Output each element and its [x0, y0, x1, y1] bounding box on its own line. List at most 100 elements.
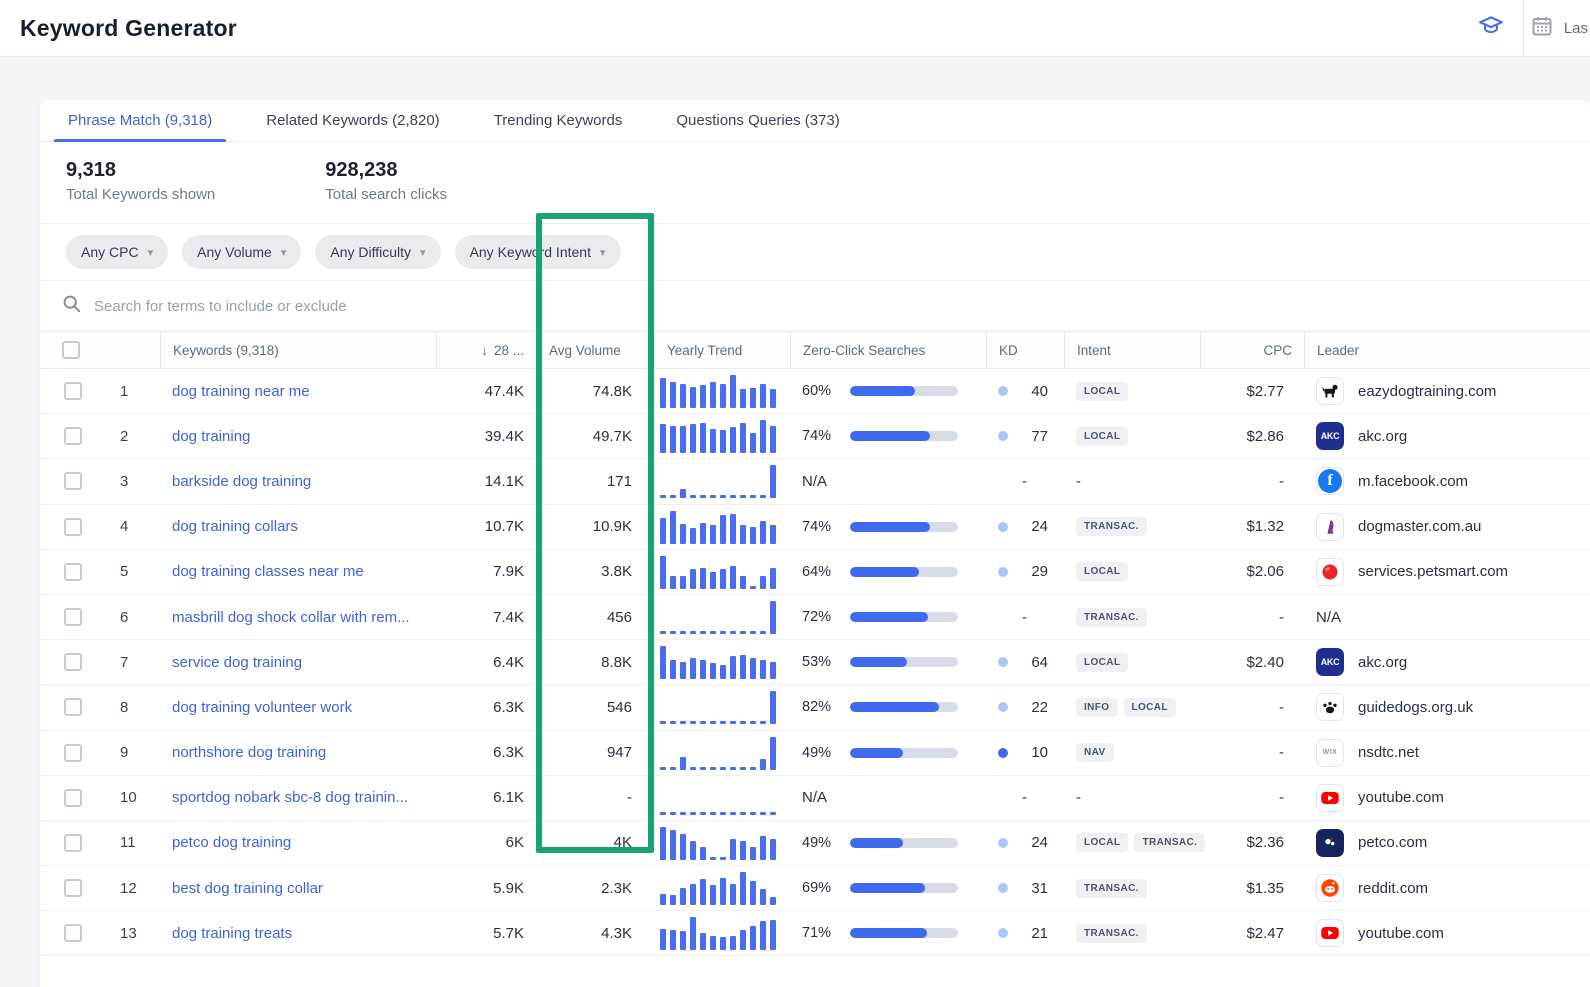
- row-index: 4: [96, 505, 160, 549]
- trend-bar: [690, 495, 696, 498]
- kd-cell: 77: [986, 414, 1064, 458]
- zero-click-cell: 49%: [790, 731, 986, 775]
- trend-bar: [670, 660, 676, 679]
- trend-bar: [740, 389, 746, 408]
- keyword-link[interactable]: best dog training collar: [172, 880, 323, 897]
- leader-domain: youtube.com: [1358, 925, 1444, 942]
- leader-domain: akc.org: [1358, 428, 1407, 445]
- trend-bar: [710, 382, 716, 408]
- header-leader[interactable]: Leader: [1304, 332, 1590, 368]
- trend-bar: [660, 631, 666, 634]
- row-checkbox[interactable]: [64, 834, 82, 852]
- date-range-label: Las: [1564, 20, 1588, 37]
- trend-bar: [680, 384, 686, 408]
- kd-cell: 64: [986, 640, 1064, 684]
- keyword-link[interactable]: northshore dog training: [172, 744, 326, 761]
- select-all-checkbox[interactable]: [62, 341, 80, 359]
- trend-bar: [740, 872, 746, 905]
- youtube-icon: [1316, 784, 1344, 812]
- row-checkbox[interactable]: [64, 472, 82, 490]
- leader-domain: N/A: [1316, 609, 1341, 626]
- trend-bar: [720, 812, 726, 815]
- trend-bar: [750, 881, 756, 905]
- row-checkbox[interactable]: [64, 563, 82, 581]
- trend-bar: [660, 827, 666, 860]
- leader-domain: nsdtc.net: [1358, 744, 1419, 761]
- trend-bar: [680, 721, 686, 724]
- keyword-link[interactable]: petco dog training: [172, 834, 291, 851]
- intent-cell: LOCALTRANSAC.: [1064, 821, 1200, 865]
- row-checkbox[interactable]: [64, 879, 82, 897]
- clicks-28-cell: 6K: [436, 821, 536, 865]
- tab-trending-keywords[interactable]: Trending Keywords: [480, 100, 637, 141]
- keyword-link[interactable]: sportdog nobark sbc-8 dog trainin...: [172, 789, 408, 806]
- intent-badge: LOCAL: [1076, 833, 1128, 852]
- header-avg-volume[interactable]: Avg Volume: [536, 332, 654, 368]
- tab-related-keywords[interactable]: Related Keywords (2,820): [252, 100, 453, 141]
- row-index: 10: [96, 776, 160, 820]
- keyword-link[interactable]: dog training near me: [172, 383, 310, 400]
- filter-cpc[interactable]: Any CPC▾: [66, 235, 168, 269]
- trend-bar: [670, 830, 676, 860]
- row-index: 1: [96, 369, 160, 413]
- trend-bar: [770, 737, 776, 770]
- header-28-day-clicks[interactable]: ↓28 ...: [436, 332, 536, 368]
- trend-bar: [690, 424, 696, 453]
- row-checkbox[interactable]: [64, 427, 82, 445]
- keyword-link[interactable]: dog training treats: [172, 925, 292, 942]
- clicks-28-cell: 14.1K: [436, 459, 536, 503]
- header-intent[interactable]: Intent: [1064, 332, 1200, 368]
- row-index: 5: [96, 550, 160, 594]
- trend-bar: [700, 385, 706, 408]
- search-input[interactable]: [94, 298, 694, 315]
- table-body: 1 dog training near me 47.4K 74.8K 60% 4…: [40, 369, 1590, 956]
- page-title: Keyword Generator: [20, 15, 237, 42]
- petsmart-icon: [1316, 558, 1344, 586]
- row-checkbox[interactable]: [64, 382, 82, 400]
- keyword-link[interactable]: dog training: [172, 428, 250, 445]
- filter-volume[interactable]: Any Volume▾: [182, 235, 301, 269]
- row-checkbox[interactable]: [64, 789, 82, 807]
- date-range-selector[interactable]: Las: [1530, 14, 1590, 42]
- header-kd[interactable]: KD: [986, 332, 1064, 368]
- row-checkbox[interactable]: [64, 698, 82, 716]
- keyword-link[interactable]: masbrill dog shock collar with rem...: [172, 609, 410, 626]
- trend-bar: [670, 895, 676, 905]
- filter-keyword-intent[interactable]: Any Keyword Intent▾: [455, 235, 621, 269]
- intent-cell: INFOLOCAL: [1064, 685, 1200, 729]
- trend-bar: [730, 812, 736, 815]
- header-cpc[interactable]: CPC: [1200, 332, 1304, 368]
- header-zero-click-searches[interactable]: Zero-Click Searches: [790, 332, 986, 368]
- row-checkbox[interactable]: [64, 518, 82, 536]
- academy-button[interactable]: [1469, 6, 1513, 50]
- keyword-link[interactable]: service dog training: [172, 654, 302, 671]
- clicks-28-cell: 6.4K: [436, 640, 536, 684]
- keyword-cell: masbrill dog shock collar with rem...: [160, 595, 436, 639]
- paw-icon: [1316, 693, 1344, 721]
- row-index: 2: [96, 414, 160, 458]
- intent-cell: -: [1064, 776, 1200, 820]
- tab-phrase-match[interactable]: Phrase Match (9,318): [54, 100, 226, 141]
- row-checkbox[interactable]: [64, 653, 82, 671]
- trend-bar: [770, 389, 776, 408]
- trend-bar: [670, 495, 676, 498]
- trend-bar: [710, 936, 716, 950]
- keyword-cell: northshore dog training: [160, 731, 436, 775]
- header-keywords[interactable]: Keywords (9,318): [160, 332, 436, 368]
- row-checkbox[interactable]: [64, 608, 82, 626]
- row-checkbox[interactable]: [64, 924, 82, 942]
- keyword-link[interactable]: dog training volunteer work: [172, 699, 352, 716]
- kd-value: 24: [1022, 834, 1048, 851]
- trend-bar: [740, 576, 746, 589]
- trend-bar: [770, 601, 776, 634]
- tab-questions-queries[interactable]: Questions Queries (373): [662, 100, 853, 141]
- keyword-link[interactable]: barkside dog training: [172, 473, 311, 490]
- intent-cell: -: [1064, 459, 1200, 503]
- filter-difficulty[interactable]: Any Difficulty▾: [315, 235, 440, 269]
- row-checkbox[interactable]: [64, 744, 82, 762]
- keyword-link[interactable]: dog training classes near me: [172, 563, 364, 580]
- kd-cell: -: [986, 595, 1064, 639]
- keyword-link[interactable]: dog training collars: [172, 518, 298, 535]
- intent-badge: TRANSAC.: [1076, 924, 1147, 943]
- header-index: [96, 332, 160, 368]
